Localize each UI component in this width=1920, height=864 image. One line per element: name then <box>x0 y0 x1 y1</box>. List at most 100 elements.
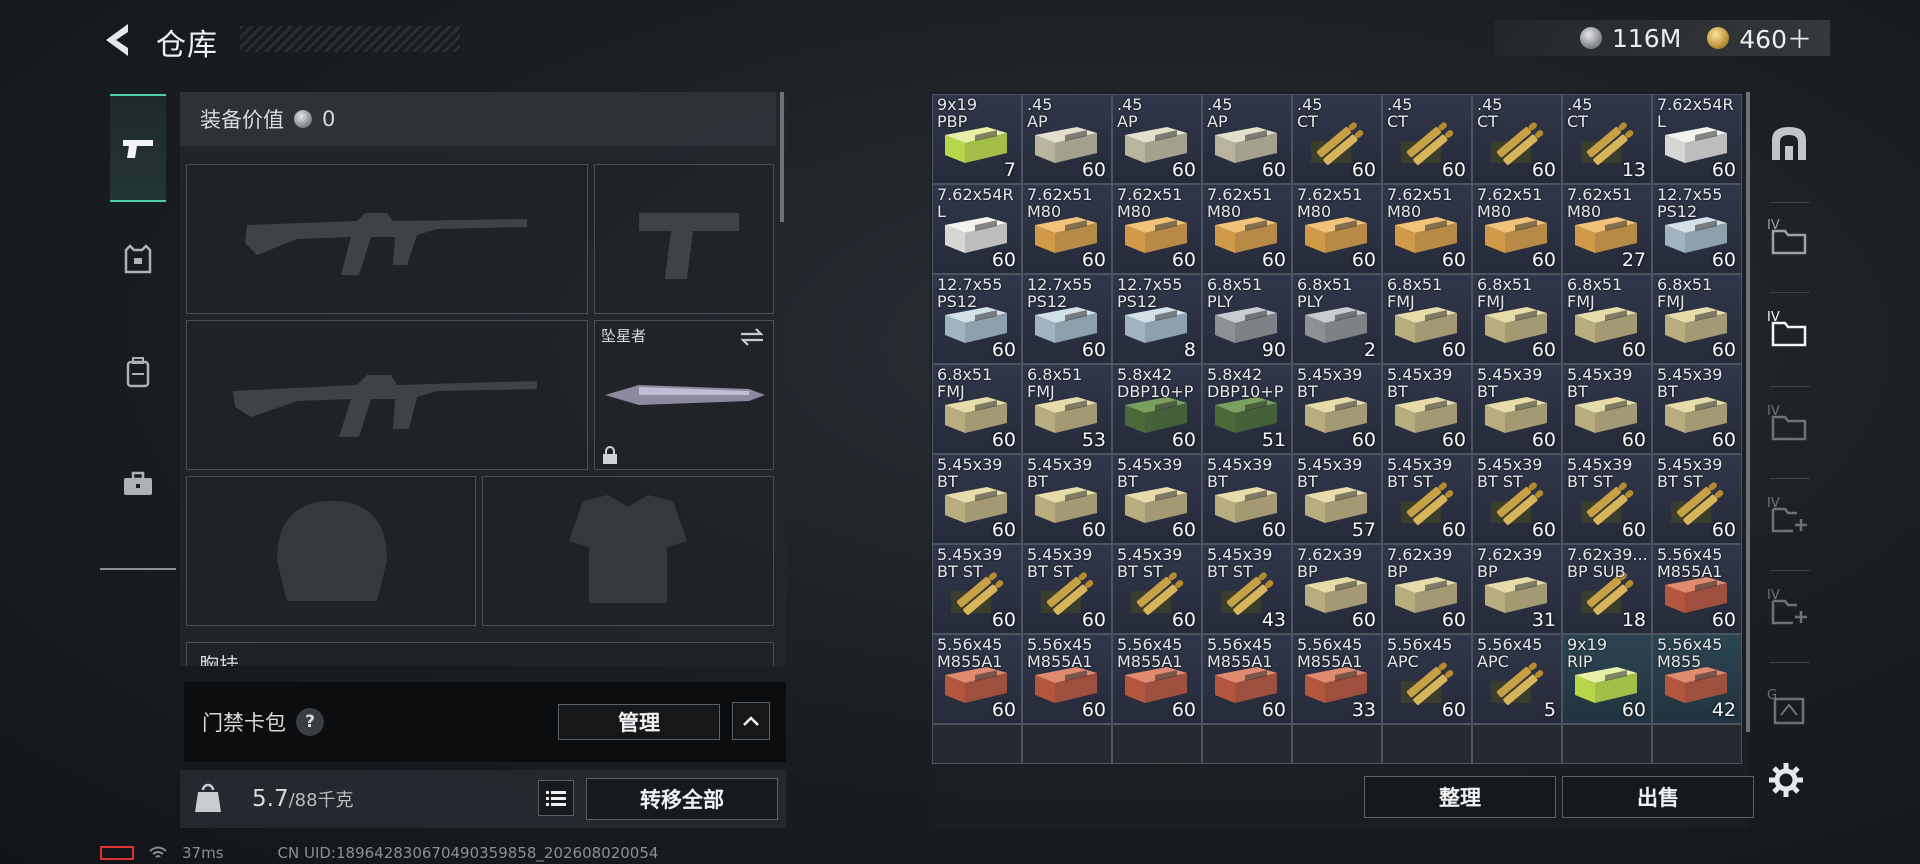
inventory-item[interactable]: 7.62x54R L 60 <box>1652 94 1742 184</box>
inventory-item[interactable]: 5.8x42 DBP10+P 51 <box>1202 364 1292 454</box>
inventory-item[interactable]: 12.7x55 PS12 60 <box>932 274 1022 364</box>
tab-weapons[interactable] <box>110 94 166 202</box>
inventory-item[interactable]: 9x19 RIP 60 <box>1562 634 1652 724</box>
inventory-item[interactable]: .45 CT 60 <box>1382 94 1472 184</box>
inventory-item[interactable]: 5.45x39 BT ST 60 <box>932 544 1022 634</box>
inventory-item[interactable]: 5.56x45 M855A1 60 <box>1112 634 1202 724</box>
tab-armor[interactable] <box>110 206 166 314</box>
inventory-item[interactable]: .45 AP 60 <box>1022 94 1112 184</box>
sort-button[interactable]: 整理 <box>1364 776 1556 818</box>
inventory-item[interactable]: 5.45x39 BT 60 <box>1652 364 1742 454</box>
equipment-scrollbar[interactable] <box>780 92 784 222</box>
melee-slot[interactable]: 坠星者 <box>594 320 774 470</box>
inventory-item[interactable]: 12.7x55 PS12 60 <box>1652 184 1742 274</box>
inventory-item[interactable]: 5.45x39 BT ST 60 <box>1382 454 1472 544</box>
secondary-weapon-slot[interactable] <box>186 320 588 470</box>
tab-backpack[interactable] <box>110 318 166 426</box>
tab-case[interactable] <box>110 430 166 538</box>
inventory-item[interactable]: 9x19 PBP 7 <box>932 94 1022 184</box>
tab-storage-main[interactable] <box>1766 120 1812 166</box>
inventory-item[interactable]: 5.45x39 BT 60 <box>932 454 1022 544</box>
inventory-item[interactable]: .45 CT 13 <box>1562 94 1652 184</box>
empty-slot[interactable] <box>1022 724 1112 764</box>
inventory-item[interactable]: 5.45x39 BT 60 <box>1292 364 1382 454</box>
inventory-item[interactable]: 5.45x39 BT 60 <box>1112 454 1202 544</box>
inventory-item[interactable]: 7.62x51 M80 27 <box>1562 184 1652 274</box>
inventory-item[interactable]: 5.56x45 M855A1 60 <box>1022 634 1112 724</box>
transfer-all-button[interactable]: 转移全部 <box>586 778 778 820</box>
empty-slot[interactable] <box>1472 724 1562 764</box>
inventory-item[interactable]: 5.45x39 BT 60 <box>1472 364 1562 454</box>
inventory-item[interactable]: 7.62x51 M80 60 <box>1202 184 1292 274</box>
inventory-item[interactable]: 5.56x45 M855A1 60 <box>1652 544 1742 634</box>
empty-slot[interactable] <box>932 724 1022 764</box>
swap-icon[interactable] <box>739 327 765 347</box>
inventory-item[interactable]: 5.56x45 M855A1 60 <box>1202 634 1292 724</box>
list-view-button[interactable] <box>538 780 574 816</box>
tab-storage-add-2[interactable]: IV <box>1766 582 1812 628</box>
inventory-item[interactable]: 12.7x55 PS12 8 <box>1112 274 1202 364</box>
inventory-item[interactable]: 7.62x51 M80 60 <box>1292 184 1382 274</box>
tab-storage-2[interactable]: IV <box>1766 304 1812 350</box>
inventory-item[interactable]: 5.45x39 BT ST 60 <box>1022 544 1112 634</box>
sell-button[interactable]: 出售 <box>1562 776 1754 818</box>
inventory-item[interactable]: 5.56x45 APC 60 <box>1382 634 1472 724</box>
body-armor-slot[interactable] <box>482 476 774 626</box>
inventory-item[interactable]: 7.62x51 M80 60 <box>1112 184 1202 274</box>
inventory-item[interactable]: 5.45x39 BT ST 60 <box>1652 454 1742 544</box>
inventory-item[interactable]: 6.8x51 FMJ 60 <box>1382 274 1472 364</box>
inventory-item[interactable]: 6.8x51 FMJ 53 <box>1022 364 1112 454</box>
inventory-item[interactable]: 6.8x51 PLY 2 <box>1292 274 1382 364</box>
inventory-item[interactable]: 5.56x45 M855A1 60 <box>932 634 1022 724</box>
inventory-item[interactable]: .45 CT 60 <box>1292 94 1382 184</box>
storage-scrollbar[interactable] <box>1746 92 1750 732</box>
inventory-item[interactable]: .45 AP 60 <box>1202 94 1292 184</box>
chest-rig-slot[interactable]: 胸挂 <box>186 642 774 666</box>
inventory-item[interactable]: 7.62x39 BP 60 <box>1292 544 1382 634</box>
tab-storage-1[interactable]: IV <box>1766 212 1812 258</box>
inventory-item[interactable]: 7.62x51 M80 60 <box>1382 184 1472 274</box>
manage-button[interactable]: 管理 <box>558 704 720 740</box>
inventory-item[interactable]: 6.8x51 FMJ 60 <box>932 364 1022 454</box>
tab-storage-add-1[interactable]: IV <box>1766 490 1812 536</box>
tab-storage-special[interactable]: G <box>1766 682 1812 728</box>
inventory-item[interactable]: 5.56x45 M855 42 <box>1652 634 1742 724</box>
inventory-item[interactable]: 5.8x42 DBP10+P 60 <box>1112 364 1202 454</box>
inventory-item[interactable]: 7.62x39... BP SUB 18 <box>1562 544 1652 634</box>
inventory-item[interactable]: 5.45x39 BT 60 <box>1022 454 1112 544</box>
inventory-item[interactable]: 6.8x51 FMJ 60 <box>1652 274 1742 364</box>
inventory-item[interactable]: 7.62x51 M80 60 <box>1022 184 1112 274</box>
inventory-item[interactable]: 6.8x51 FMJ 60 <box>1562 274 1652 364</box>
empty-slot[interactable] <box>1382 724 1472 764</box>
inventory-item[interactable]: 12.7x55 PS12 60 <box>1022 274 1112 364</box>
collapse-button[interactable] <box>732 702 770 740</box>
empty-slot[interactable] <box>1652 724 1742 764</box>
empty-slot[interactable] <box>1112 724 1202 764</box>
inventory-item[interactable]: 6.8x51 PLY 90 <box>1202 274 1292 364</box>
inventory-item[interactable]: 5.56x45 M855A1 33 <box>1292 634 1382 724</box>
back-button[interactable] <box>98 18 138 62</box>
pistol-slot[interactable] <box>594 164 774 314</box>
inventory-item[interactable]: 7.62x51 M80 60 <box>1472 184 1562 274</box>
inventory-item[interactable]: .45 AP 60 <box>1112 94 1202 184</box>
help-icon[interactable]: ? <box>296 708 324 736</box>
gold-balance[interactable]: 460＋ <box>1739 20 1812 56</box>
inventory-item[interactable]: 7.62x39 BP 31 <box>1472 544 1562 634</box>
inventory-item[interactable]: 5.45x39 BT 60 <box>1382 364 1472 454</box>
empty-slot[interactable] <box>1202 724 1292 764</box>
inventory-item[interactable]: 7.62x39 BP 60 <box>1382 544 1472 634</box>
tab-storage-3[interactable]: IV <box>1766 398 1812 444</box>
helmet-slot[interactable] <box>186 476 476 626</box>
inventory-item[interactable]: 5.45x39 BT ST 43 <box>1202 544 1292 634</box>
inventory-item[interactable]: 5.45x39 BT 60 <box>1202 454 1292 544</box>
inventory-item[interactable]: 6.8x51 FMJ 60 <box>1472 274 1562 364</box>
inventory-item[interactable]: 5.56x45 APC 5 <box>1472 634 1562 724</box>
primary-weapon-slot[interactable] <box>186 164 588 314</box>
inventory-item[interactable]: 5.45x39 BT ST 60 <box>1112 544 1202 634</box>
inventory-item[interactable]: 5.45x39 BT 57 <box>1292 454 1382 544</box>
inventory-item[interactable]: 5.45x39 BT ST 60 <box>1562 454 1652 544</box>
empty-slot[interactable] <box>1562 724 1652 764</box>
empty-slot[interactable] <box>1292 724 1382 764</box>
inventory-item[interactable]: 7.62x54R L 60 <box>932 184 1022 274</box>
settings-button[interactable] <box>1766 760 1806 804</box>
